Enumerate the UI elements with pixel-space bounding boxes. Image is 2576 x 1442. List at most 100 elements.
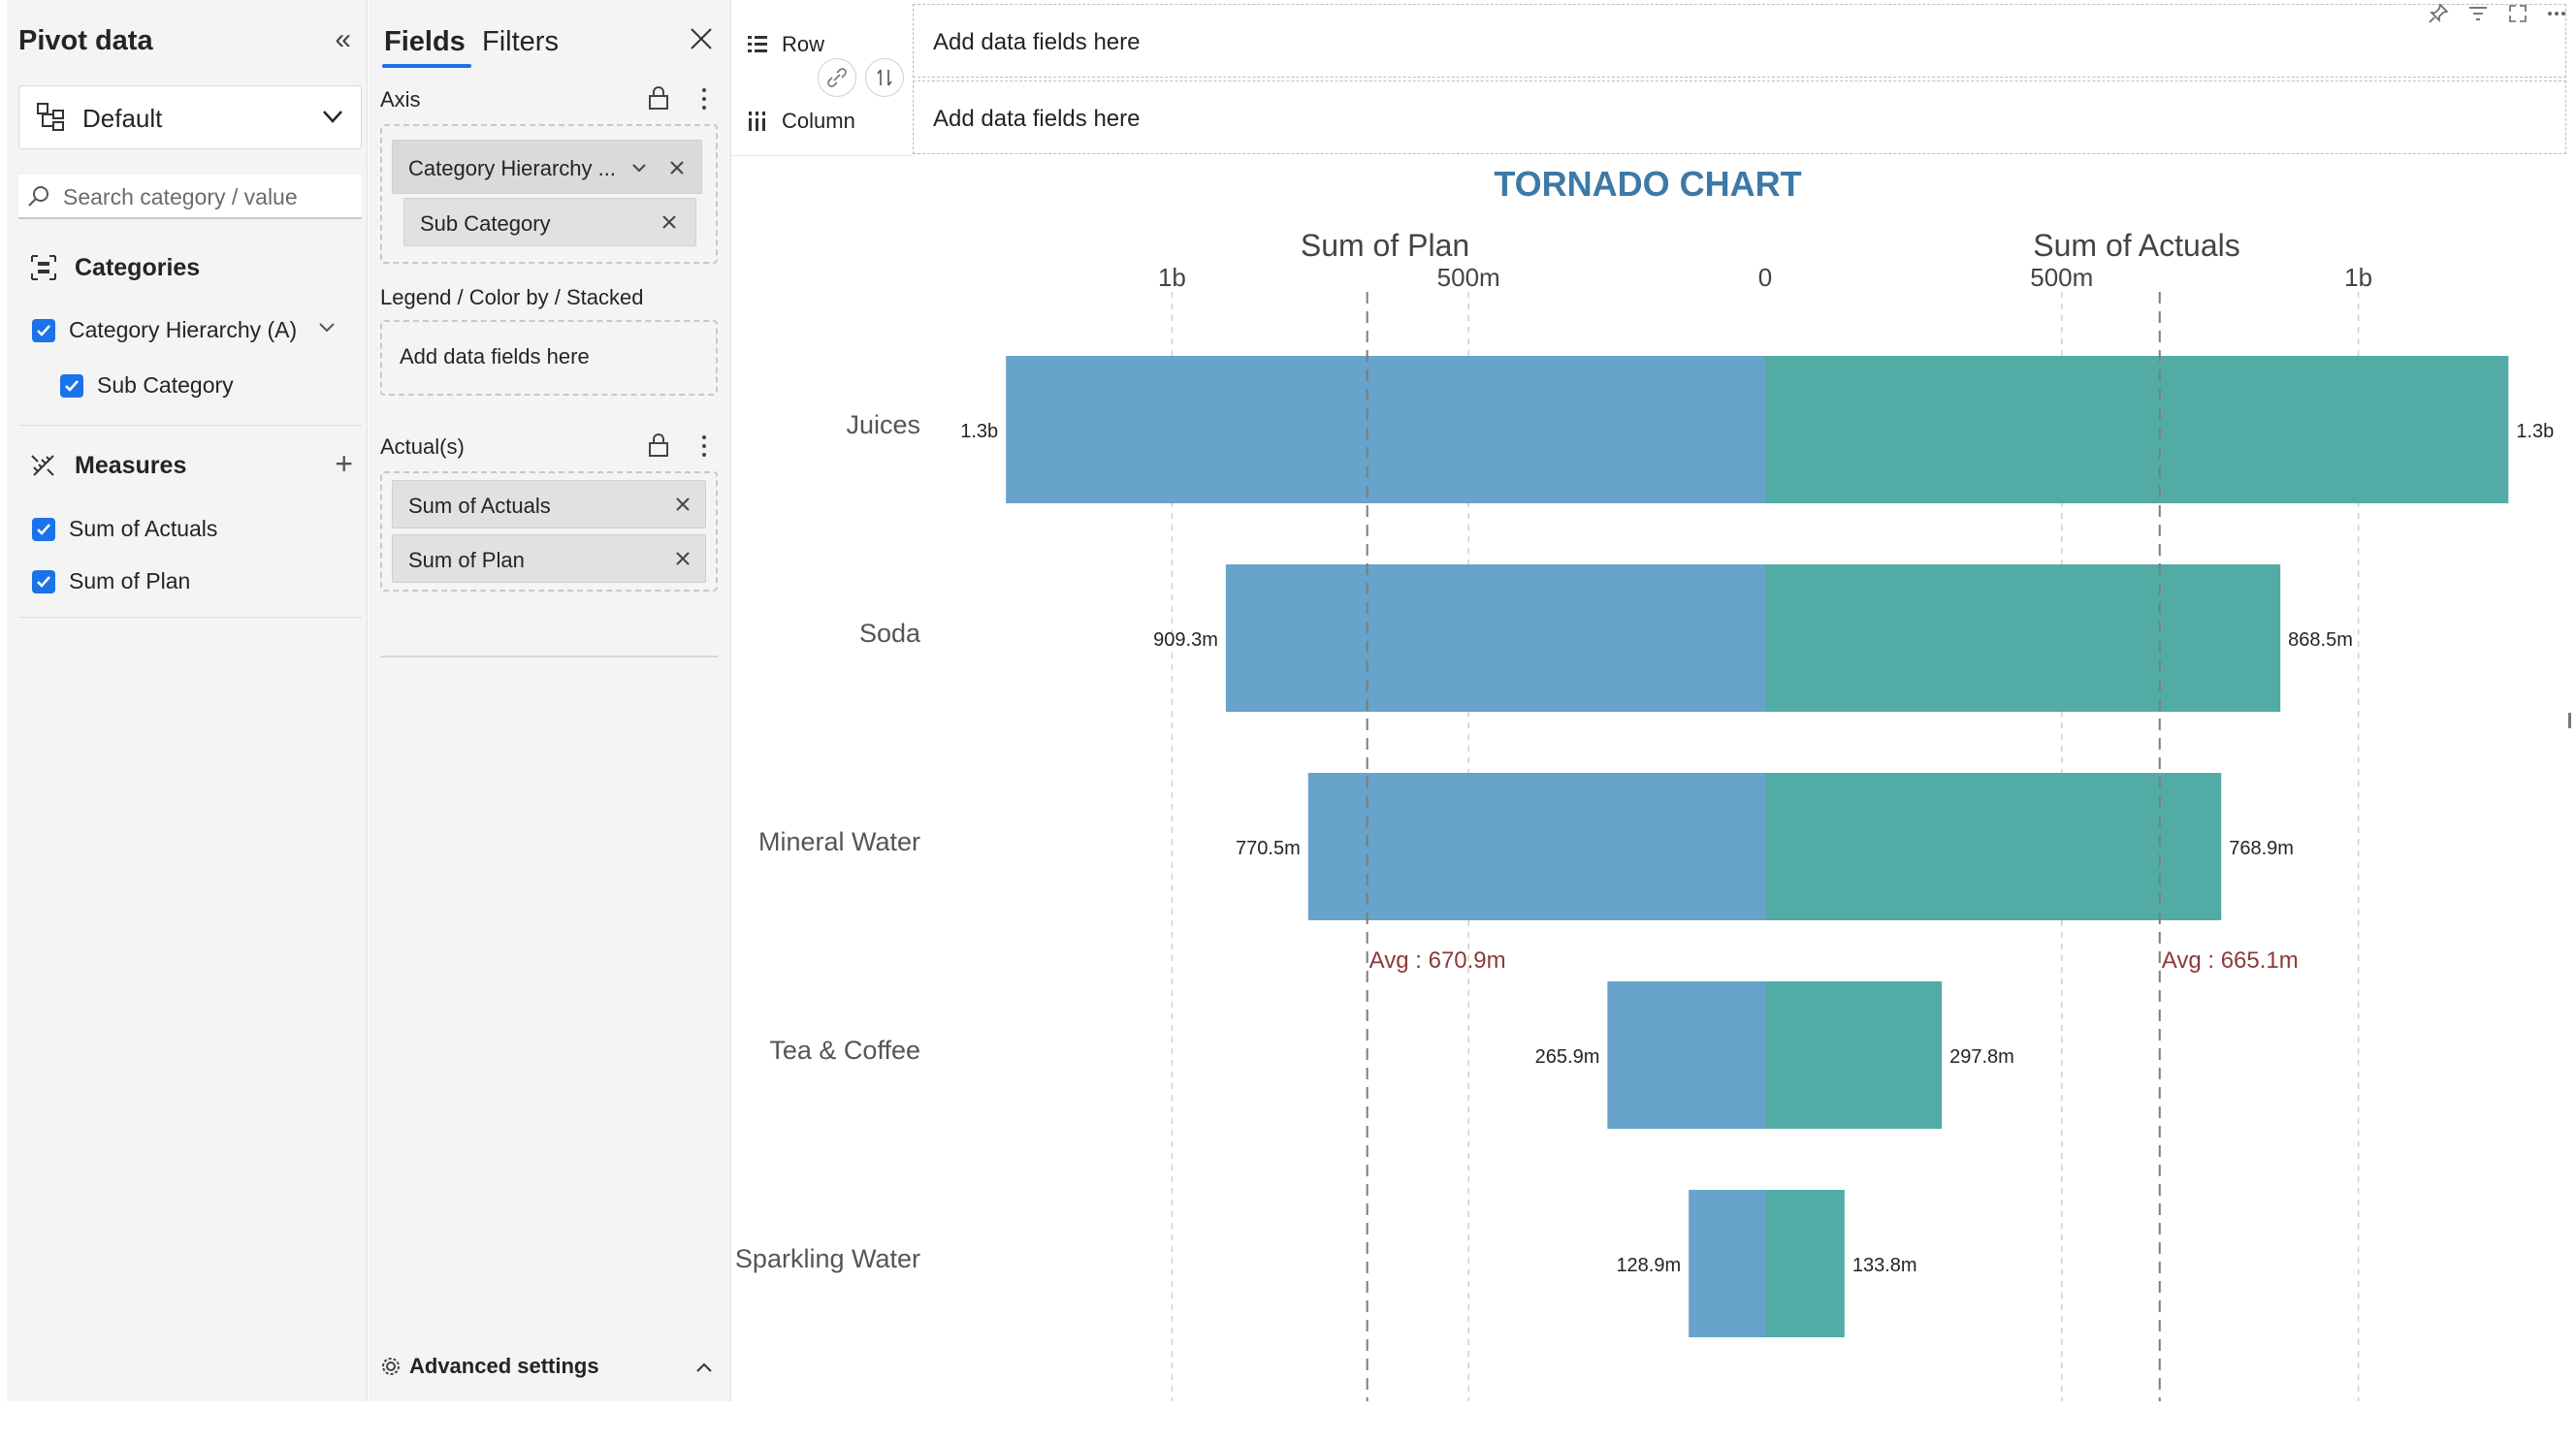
axis-well[interactable]: Category Hierarchy ... Sub Category: [380, 124, 718, 264]
categories-label: Categories: [75, 253, 201, 281]
search-icon: [28, 186, 48, 207]
data-label-plan: 1.3b: [960, 421, 998, 442]
remove-icon[interactable]: [660, 213, 678, 231]
active-tab-indicator: [382, 64, 471, 68]
lock-icon[interactable]: [648, 85, 669, 111]
search-box: [18, 175, 362, 219]
sum-of-plan-checkbox[interactable]: Sum of Plan: [32, 568, 190, 594]
advanced-settings-button[interactable]: Advanced settings: [380, 1354, 599, 1379]
chevron-up-icon[interactable]: [693, 1357, 715, 1378]
more-options-icon[interactable]: [700, 86, 708, 112]
sub-category-checkbox[interactable]: Sub Category: [60, 372, 234, 399]
tab-fields[interactable]: Fields: [384, 26, 466, 58]
categories-section: Categories: [28, 252, 200, 283]
sum-of-actuals-checkbox[interactable]: Sum of Actuals: [32, 516, 217, 542]
axis-chip-category-hierarchy[interactable]: Category Hierarchy ...: [392, 140, 702, 194]
sum-of-actuals-label: Sum of Actuals: [69, 516, 218, 541]
average-label: Avg : 670.9m: [1369, 947, 1506, 974]
chip-label: Sum of Plan: [408, 548, 525, 572]
swap-axes-button[interactable]: [865, 58, 904, 97]
data-label-actuals: 1.3b: [2516, 421, 2554, 442]
search-input[interactable]: [63, 180, 354, 213]
chip-label: Sum of Actuals: [408, 494, 551, 518]
category-label: Soda: [859, 619, 921, 648]
data-label-actuals: 133.8m: [1852, 1255, 1917, 1276]
data-label-actuals: 868.5m: [2288, 629, 2353, 651]
advanced-settings-label: Advanced settings: [409, 1354, 599, 1378]
more-options-icon[interactable]: [700, 433, 708, 459]
more-options-icon[interactable]: [2545, 2, 2568, 25]
divider: [731, 155, 913, 156]
swap-icon: [877, 69, 892, 86]
column-shelf[interactable]: Add data fields here: [913, 80, 2566, 154]
remove-icon[interactable]: [674, 550, 692, 567]
bar-sum-of-plan: [1689, 1190, 1765, 1337]
remove-icon[interactable]: [674, 496, 692, 513]
focus-mode-icon[interactable]: [2506, 2, 2529, 25]
remove-icon[interactable]: [668, 159, 686, 176]
chip-label: Sub Category: [420, 211, 551, 236]
axis-label: Axis: [380, 87, 421, 112]
data-label-plan: 128.9m: [1616, 1255, 1681, 1276]
row-shelf-label: Row: [747, 32, 824, 57]
data-label-actuals: 768.9m: [2229, 838, 2294, 859]
bar-sum-of-actuals: [1765, 564, 2281, 712]
sub-category-label: Sub Category: [97, 372, 234, 398]
pivot-panel-title: Pivot data: [18, 25, 153, 56]
row-label: Row: [782, 32, 825, 56]
data-label-plan: 265.9m: [1535, 1046, 1600, 1068]
bar-sum-of-plan: [1225, 564, 1765, 712]
chevron-down-icon: [323, 111, 342, 123]
legend-label: Legend / Color by / Stacked: [380, 285, 644, 309]
bar-sum-of-actuals: [1765, 1190, 1845, 1337]
categories-icon: [31, 255, 56, 280]
chevron-down-icon[interactable]: [629, 158, 649, 177]
view-select[interactable]: Default: [18, 85, 362, 149]
bar-sum-of-actuals: [1765, 981, 1943, 1129]
category-hierarchy-checkbox[interactable]: Category Hierarchy (A): [32, 317, 297, 343]
resize-handle[interactable]: [2568, 713, 2571, 728]
actual-chip-sum-of-actuals[interactable]: Sum of Actuals: [392, 480, 706, 529]
column-shelf-label: Column: [747, 109, 855, 134]
bar-sum-of-actuals: [1765, 356, 2509, 503]
sum-of-plan-label: Sum of Plan: [69, 568, 191, 593]
add-measure-button[interactable]: +: [335, 448, 353, 479]
link-icon: [827, 68, 847, 87]
tick-label: 500m: [1437, 263, 1500, 292]
filter-icon[interactable]: [2466, 2, 2490, 25]
chip-label: Category Hierarchy ...: [408, 156, 616, 180]
legend-well[interactable]: Add data fields here: [380, 320, 718, 396]
list-rows-icon: [748, 36, 767, 52]
measures-icon: [31, 455, 54, 476]
actuals-label: Actual(s): [380, 434, 465, 459]
chart-title: TORNADO CHART: [1494, 164, 1801, 204]
data-label-actuals: 297.8m: [1949, 1046, 2014, 1068]
pivot-data-panel: Pivot data « Default Categories Category: [7, 0, 368, 1401]
columns-icon: [749, 112, 765, 131]
lock-icon[interactable]: [648, 433, 669, 458]
bar-sum-of-plan: [1307, 773, 1765, 920]
tab-filters[interactable]: Filters: [482, 26, 559, 58]
average-label: Avg : 665.1m: [2162, 947, 2299, 974]
view-select-value: Default: [82, 104, 163, 133]
column-label: Column: [782, 109, 855, 133]
category-hierarchy-label: Category Hierarchy (A): [69, 317, 298, 342]
link-button[interactable]: [818, 58, 856, 97]
close-icon[interactable]: [688, 25, 715, 52]
tornado-chart: TORNADO CHART Sum of Plan Sum of Actuals 1b…: [735, 164, 2554, 1401]
actual-chip-sum-of-plan[interactable]: Sum of Plan: [392, 534, 706, 583]
pin-icon[interactable]: [2427, 2, 2450, 25]
tick-label: 0: [1758, 263, 1772, 292]
data-label-plan: 909.3m: [1153, 629, 1218, 651]
axis-chip-sub-category[interactable]: Sub Category: [403, 198, 696, 246]
chevron-down-icon[interactable]: [315, 316, 338, 339]
checkbox-checked-icon: [32, 517, 55, 541]
row-shelf[interactable]: Add data fields here: [913, 4, 2566, 78]
actuals-well[interactable]: Sum of Actuals Sum of Plan: [380, 471, 718, 592]
collapse-panel-icon[interactable]: «: [335, 25, 351, 54]
measures-label: Measures: [75, 451, 187, 479]
gear-icon: [382, 1358, 400, 1375]
right-series-title: Sum of Actuals: [2033, 228, 2239, 263]
measures-section: Measures: [28, 450, 186, 481]
divider: [18, 617, 362, 618]
